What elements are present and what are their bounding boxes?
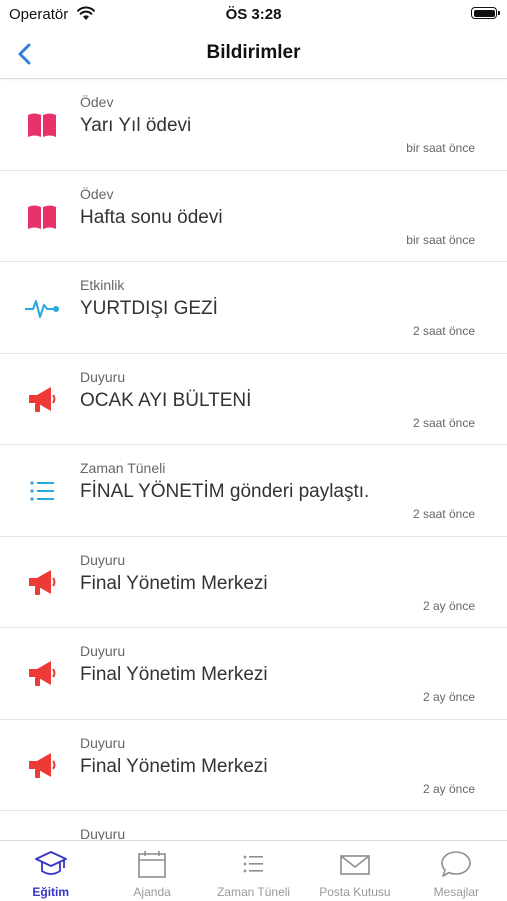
tab-label: Zaman Tüneli: [216, 885, 291, 899]
notification-row[interactable]: Duyuru Final Yönetim Merkezi 2 ay önce: [0, 628, 507, 720]
notification-time: 2 ay önce: [422, 690, 475, 704]
list-icon: [22, 475, 62, 507]
notification-row[interactable]: Duyuru Final Yönetim Merkezi 2 ay önce: [0, 537, 507, 628]
notification-text: Hafta sonu ödevi: [80, 206, 223, 228]
page-title: Bildirimler: [206, 42, 301, 63]
notification-time: 2 saat önce: [412, 324, 475, 338]
tab-bar: Eğitim Ajanda Zaman Tüneli Posta Kutusu Mesa…: [0, 840, 507, 901]
notification-time: 2 ay önce: [422, 598, 475, 613]
tab-label: Eğitim: [32, 885, 70, 899]
notification-list: Ödev Yarı Yıl ödevi bir saat önce Ödev Hafta…: [0, 79, 507, 840]
notification-time: 2 ay önce: [422, 781, 475, 796]
mail-icon: [338, 849, 372, 879]
notification-category: Ödev: [80, 185, 114, 202]
clock: ÖS 3:28: [225, 6, 282, 23]
notification-text: Final Yönetim Merkezi: [80, 755, 268, 777]
tab-label: Ajanda: [133, 885, 171, 899]
notification-category: Duyuru: [80, 551, 126, 568]
notification-row[interactable]: Duyuru OCAK AYI BÜLTENİ 2 saat önce: [0, 354, 507, 445]
megaphone-icon: [22, 658, 62, 690]
chat-icon: [439, 849, 473, 879]
notification-text: Final Yönetim Merkezi: [80, 572, 268, 594]
navigation-bar: Bildirimler: [0, 30, 507, 79]
notification-category: Duyuru: [80, 734, 126, 751]
status-bar: Operatör ÖS 3:28: [0, 0, 507, 30]
notification-category: Ödev: [80, 94, 114, 110]
megaphone-icon: [22, 750, 62, 782]
graduation-cap-icon: [34, 849, 68, 879]
tab-chat[interactable]: Mesajlar: [406, 841, 507, 901]
notification-category: Duyuru: [80, 368, 126, 385]
book-icon: [22, 201, 62, 233]
notification-category: Zaman Tüneli: [80, 460, 166, 476]
notification-time: bir saat önce: [406, 232, 475, 247]
notification-category: Etkinlik: [80, 277, 125, 293]
notification-row[interactable]: Duyuru Final Yönetim Merkezi 2 ay önce: [0, 720, 507, 811]
tab-graduation-cap[interactable]: Eğitim: [0, 841, 101, 901]
tab-calendar[interactable]: Ajanda: [101, 841, 202, 901]
notification-row[interactable]: Ödev Yarı Yıl ödevi bir saat önce: [0, 79, 507, 171]
notification-row[interactable]: Ödev Hafta sonu ödevi bir saat önce: [0, 171, 507, 262]
notification-category: Duyuru: [80, 643, 126, 659]
notification-time: 2 saat önce: [412, 507, 475, 521]
notification-text: Yarı Yıl ödevi: [80, 115, 192, 136]
notification-time: 2 saat önce: [412, 415, 475, 430]
megaphone-icon: [22, 567, 62, 599]
activity-icon: [22, 292, 62, 324]
notification-text: Final Yönetim Merkezi: [80, 664, 268, 685]
notification-time: bir saat önce: [406, 141, 475, 155]
tab-label: Posta Kutusu: [319, 885, 391, 899]
tab-label: Mesajlar: [433, 885, 479, 899]
list-icon: [237, 849, 271, 879]
tab-mail[interactable]: Posta Kutusu: [304, 841, 405, 901]
notification-row[interactable]: Duyuru: [0, 811, 507, 840]
notification-row[interactable]: Etkinlik YURTDIŞI GEZİ 2 saat önce: [0, 262, 507, 354]
notification-category: Duyuru: [80, 826, 126, 840]
battery-icon: [471, 7, 500, 19]
tab-list[interactable]: Zaman Tüneli: [203, 841, 304, 901]
notification-text: OCAK AYI BÜLTENİ: [80, 389, 252, 411]
notification-text: FİNAL YÖNETİM gönderi paylaştı.: [80, 481, 370, 502]
notification-row[interactable]: Zaman Tüneli FİNAL YÖNETİM gönderi paylaş…: [0, 445, 507, 537]
book-icon: [22, 109, 62, 141]
megaphone-icon: [22, 384, 62, 416]
calendar-icon: [135, 849, 169, 879]
notification-text: YURTDIŞI GEZİ: [80, 298, 218, 319]
